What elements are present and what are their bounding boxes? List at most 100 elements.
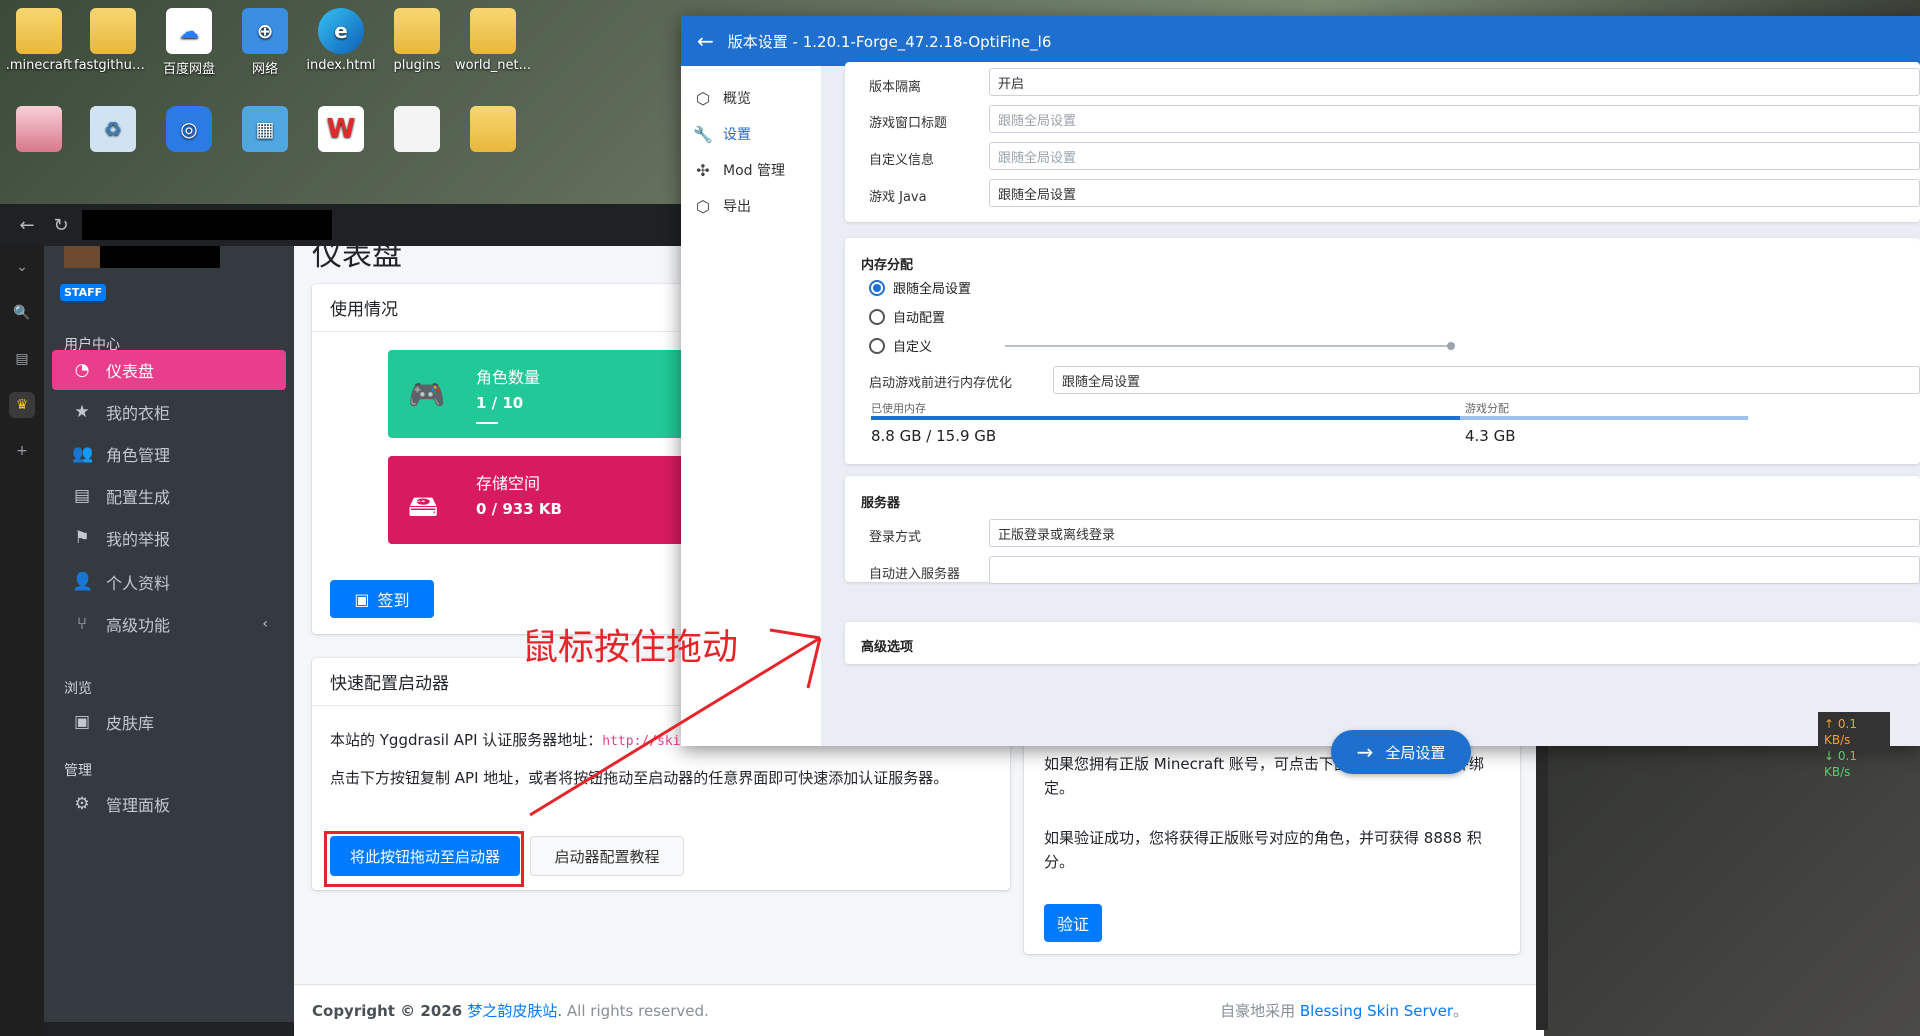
puzzle-icon: ✣ bbox=[696, 160, 710, 180]
dashboard-icon: ◔ bbox=[74, 360, 90, 380]
gamepad-icon: 🎮 bbox=[408, 378, 446, 413]
radio-icon bbox=[869, 337, 885, 354]
verify-button[interactable]: 验证 bbox=[1044, 904, 1102, 942]
anime-app-icon bbox=[16, 106, 62, 152]
powered-by-text: 自豪地采用 Blessing Skin Server。 bbox=[1220, 1002, 1468, 1020]
annotation-text: 鼠标按住拖动 bbox=[522, 627, 739, 668]
advanced-options-card[interactable]: 高级选项 bbox=[845, 622, 1920, 664]
window-title-input[interactable]: 跟随全局设置 bbox=[989, 105, 1920, 133]
global-settings-button[interactable]: → 全局设置 bbox=[1331, 730, 1471, 774]
memory-option-custom[interactable]: 自定义 bbox=[869, 336, 932, 355]
sidebar-item-closet[interactable]: ★ 我的衣柜 bbox=[52, 392, 286, 432]
desktop-icon-baidu[interactable]: ☁ 百度网盘 bbox=[150, 8, 228, 77]
desktop-icon-control-panel[interactable]: ▦ bbox=[226, 106, 304, 156]
chevron-down-icon[interactable]: ⌄ bbox=[9, 254, 35, 280]
annotation-highlight-box bbox=[324, 831, 524, 887]
folder-icon bbox=[470, 106, 516, 152]
flag-icon: ⚑ bbox=[74, 528, 90, 548]
browser-side-rail: ⌄ 🔍 ▤ ♛ + bbox=[0, 246, 44, 1036]
memory-slider[interactable] bbox=[1005, 345, 1451, 347]
hdd-icon: 🖴 bbox=[408, 489, 439, 524]
star-icon: ★ bbox=[74, 402, 90, 422]
staff-badge: STAFF bbox=[60, 284, 107, 301]
reading-list-icon[interactable]: ▤ bbox=[9, 346, 35, 372]
desktop-icon-wps[interactable]: W bbox=[302, 106, 380, 156]
sidebar-item-config[interactable]: ▤ 配置生成 bbox=[52, 476, 286, 516]
sidebar-item-players[interactable]: 👥 角色管理 bbox=[52, 434, 286, 474]
back-arrow-icon[interactable]: ← bbox=[14, 212, 40, 238]
memory-card: 内存分配 跟随全局设置 自动配置 自定义 启动游戏前进行内存优化 跟随全局设置 … bbox=[845, 238, 1920, 464]
blessing-skin-link[interactable]: Blessing Skin Server bbox=[1300, 1002, 1453, 1020]
memory-optimize-select[interactable]: 跟随全局设置 bbox=[1053, 366, 1920, 394]
control-panel-icon: ▦ bbox=[242, 106, 288, 152]
launcher-nav-mods[interactable]: ✣ Mod 管理 bbox=[693, 160, 785, 180]
package-icon: ⬡ bbox=[696, 196, 710, 216]
desktop-icon-anime-app[interactable] bbox=[0, 106, 78, 156]
site-name-link[interactable]: 梦之韵皮肤站. bbox=[467, 1002, 562, 1020]
add-icon[interactable]: + bbox=[9, 438, 35, 464]
launcher-nav-settings[interactable]: 🔧 设置 bbox=[693, 124, 751, 144]
radio-icon bbox=[869, 308, 885, 325]
desktop-icon-index-html[interactable]: e index.html bbox=[302, 8, 380, 73]
edge-icon: e bbox=[318, 8, 364, 54]
search-icon[interactable]: 🔍 bbox=[9, 300, 35, 326]
desktop-icon-recycle-bin[interactable]: ♻ bbox=[74, 106, 152, 156]
version-isolation-select[interactable]: 开启 bbox=[989, 68, 1920, 96]
sidebar-item-dashboard[interactable]: ◔ 仪表盘 bbox=[52, 350, 286, 390]
recycle-bin-icon: ♻ bbox=[90, 106, 136, 152]
sidebar-item-skinlib[interactable]: ▣ 皮肤库 bbox=[52, 702, 286, 742]
arrow-right-icon: → bbox=[1356, 740, 1374, 764]
users-icon: 👥 bbox=[72, 444, 94, 464]
yggdrasil-url[interactable]: http://ski bbox=[602, 734, 680, 749]
sign-in-button[interactable]: ▣ 签到 bbox=[330, 580, 434, 618]
gear-icon: ⚙ bbox=[74, 794, 90, 814]
sidebar-item-advanced[interactable]: ⑂ 高级功能 ‹ bbox=[52, 604, 286, 644]
file-text-icon: ▤ bbox=[73, 486, 91, 506]
site-footer: Copyright © 2026 梦之韵皮肤站. All rights rese… bbox=[294, 984, 1544, 1036]
login-method-select[interactable]: 正版登录或离线登录 bbox=[989, 519, 1920, 547]
memory-alloc-value: 4.3 GB bbox=[1465, 427, 1516, 445]
auto-join-server-input[interactable] bbox=[989, 556, 1920, 584]
sidebar-item-profile[interactable]: 👤 个人资料 bbox=[52, 562, 286, 602]
launcher-nav-overview[interactable]: ⬡ 概览 bbox=[693, 88, 751, 108]
memory-slider-knob[interactable] bbox=[1447, 342, 1455, 350]
extension-icon[interactable]: ♛ bbox=[9, 392, 35, 418]
back-arrow-icon[interactable]: ← bbox=[697, 29, 714, 53]
general-settings-card: 版本隔离 开启 游戏窗口标题 跟随全局设置 自定义信息 跟随全局设置 游戏 Ja… bbox=[845, 62, 1920, 222]
custom-info-input[interactable]: 跟随全局设置 bbox=[989, 142, 1920, 170]
players-progress-bar bbox=[476, 422, 498, 424]
memory-option-auto[interactable]: 自动配置 bbox=[869, 307, 945, 326]
desktop-icon-app-blue[interactable]: ◎ bbox=[150, 106, 228, 156]
verify-text-2: 如果验证成功，您将获得正版账号对应的角色，并可获得 8888 积分。 bbox=[1044, 829, 1482, 871]
folder-icon bbox=[16, 8, 62, 54]
redacted-url-bar[interactable] bbox=[82, 210, 332, 240]
section-browse: 浏览 bbox=[64, 681, 92, 697]
cube-icon: ⬡ bbox=[696, 88, 710, 108]
desktop-icon-folder[interactable] bbox=[454, 106, 532, 156]
network-icon: ⊕ bbox=[242, 8, 288, 54]
avatar[interactable] bbox=[64, 246, 100, 268]
desktop-icon-minecraft[interactable]: .minecraft bbox=[0, 8, 78, 73]
desktop-icon-network[interactable]: ⊕ 网络 bbox=[226, 8, 304, 77]
launcher-titlebar: ← 版本设置 - 1.20.1-Forge_47.2.18-OptiFine_l… bbox=[681, 16, 1920, 66]
memory-option-global[interactable]: 跟随全局设置 bbox=[869, 278, 971, 297]
reload-icon[interactable]: ↻ bbox=[48, 212, 74, 238]
page-title: 仪表盘 bbox=[312, 238, 402, 273]
copyright-text: Copyright © 2026 梦之韵皮肤站. All rights rese… bbox=[312, 1002, 709, 1020]
desktop-icon-world-net[interactable]: world_net... bbox=[454, 8, 532, 73]
java-select[interactable]: 跟随全局设置 bbox=[989, 179, 1920, 207]
sidebar-item-admin[interactable]: ⚙ 管理面板 bbox=[52, 784, 286, 824]
app-icon: ◎ bbox=[166, 106, 212, 152]
memory-used-bar bbox=[871, 416, 1460, 420]
desktop-icon-fastgithub[interactable]: fastgithub_... bbox=[74, 8, 152, 73]
desktop-icon-file[interactable] bbox=[378, 106, 456, 156]
folder-icon bbox=[90, 8, 136, 54]
page-scrollbar[interactable] bbox=[1536, 740, 1548, 1030]
folder-icon bbox=[470, 8, 516, 54]
launcher-nav-export[interactable]: ⬡ 导出 bbox=[693, 196, 751, 216]
sidebar-item-reports[interactable]: ⚑ 我的举报 bbox=[52, 518, 286, 558]
launcher-tutorial-button[interactable]: 启动器配置教程 bbox=[530, 836, 684, 876]
desktop-icon-plugins[interactable]: plugins bbox=[378, 8, 456, 73]
quick-config-instructions: 点击下方按钮复制 API 地址，或者将按钮拖动至启动器的任意界面即可快速添加认证… bbox=[330, 769, 949, 787]
wrench-icon: 🔧 bbox=[693, 124, 713, 144]
